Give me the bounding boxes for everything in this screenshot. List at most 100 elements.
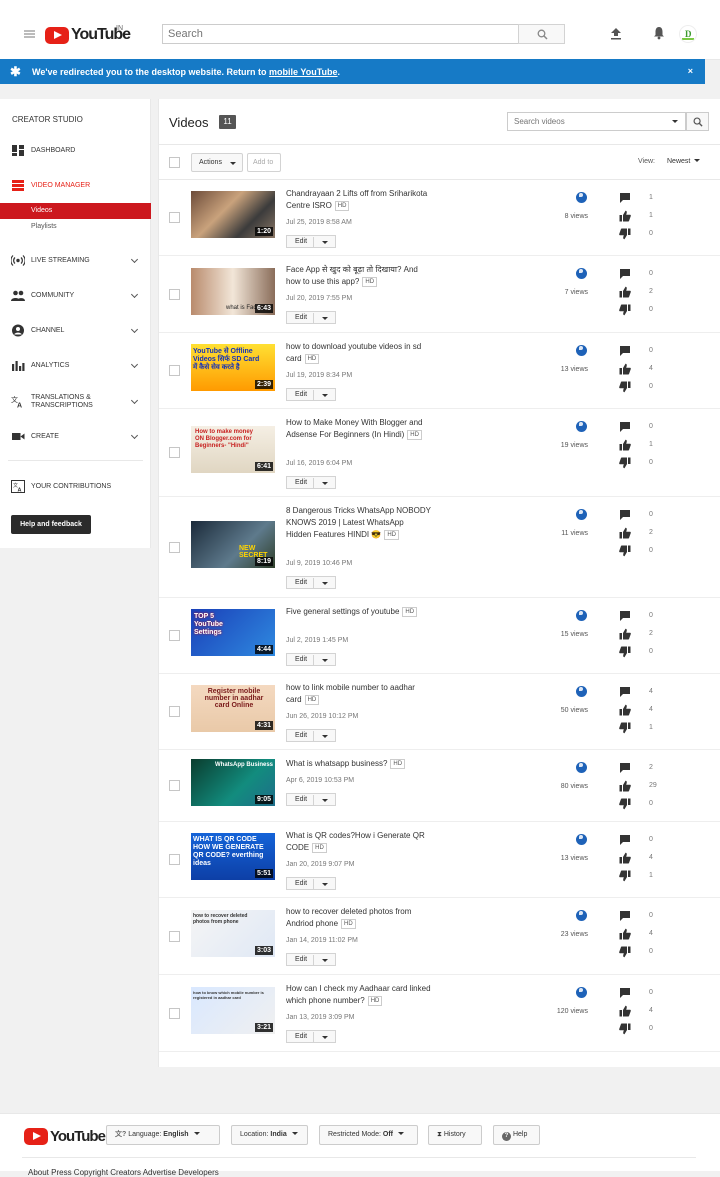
video-thumbnail[interactable]: WhatsApp Business 9:05: [191, 759, 275, 806]
video-title[interactable]: Five general settings of youtube: [286, 607, 399, 616]
video-checkbox[interactable]: [169, 780, 180, 791]
video-thumbnail[interactable]: WHAT IS QR CODE HOW WE GENERATE QR CODE?…: [191, 833, 275, 880]
sidebar-item-translations[interactable]: 文A TRANSLATIONS & TRANSCRIPTIONS: [0, 391, 151, 417]
chevron-down-icon[interactable]: [130, 255, 139, 264]
edit-button[interactable]: Edit: [286, 877, 336, 890]
chevron-down-icon[interactable]: [130, 290, 139, 299]
chevron-down-icon[interactable]: [130, 325, 139, 334]
likes-stat: 4: [619, 852, 719, 864]
video-thumbnail[interactable]: TOP 5 YouTube Settings 4:44: [191, 609, 275, 656]
sort-dropdown[interactable]: Newest: [667, 158, 701, 165]
search-videos-input[interactable]: [507, 112, 686, 131]
footer-links[interactable]: About Press Copyright Creators Advertise…: [28, 1168, 219, 1177]
edit-dropdown-caret-icon[interactable]: [322, 482, 328, 485]
edit-button[interactable]: Edit: [286, 476, 336, 489]
sidebar-item-your-contributions[interactable]: 文A YOUR CONTRIBUTIONS: [0, 477, 151, 497]
edit-dropdown-caret-icon[interactable]: [322, 959, 328, 962]
video-thumbnail[interactable]: YouTube से Offline Videos सिर्फ SD Card …: [191, 344, 275, 391]
video-thumbnail[interactable]: how to know which mobile number is regis…: [191, 987, 275, 1034]
video-checkbox[interactable]: [169, 212, 180, 223]
avatar[interactable]: D: [679, 25, 697, 43]
location-button[interactable]: Location: India: [231, 1125, 308, 1145]
edit-dropdown-caret-icon[interactable]: [322, 883, 328, 886]
channel-icon: [12, 324, 24, 337]
sidebar-item-live-streaming[interactable]: LIVE STREAMING: [0, 251, 151, 271]
edit-button[interactable]: Edit: [286, 653, 336, 666]
video-title[interactable]: Chandrayaan 2 Lifts off from Sriharikota…: [286, 189, 427, 210]
video-checkbox[interactable]: [169, 289, 180, 300]
sidebar-item-analytics[interactable]: ANALYTICS: [0, 356, 151, 376]
video-thumbnail[interactable]: NEW SECRET 8:19: [191, 521, 275, 568]
search-filter-caret-icon[interactable]: [672, 120, 678, 123]
video-checkbox[interactable]: [169, 542, 180, 553]
edit-dropdown-caret-icon[interactable]: [322, 1036, 328, 1039]
video-title[interactable]: Face App से खुद को बूढ़ा तो दिखाया? And …: [286, 265, 418, 286]
video-checkbox[interactable]: [169, 854, 180, 865]
video-thumbnail[interactable]: 1:20: [191, 191, 275, 238]
sidebar-item-channel[interactable]: CHANNEL: [0, 321, 151, 341]
video-views: 19 views: [560, 442, 588, 449]
edit-button[interactable]: Edit: [286, 953, 336, 966]
public-globe-icon: [576, 762, 587, 773]
edit-button[interactable]: Edit: [286, 1030, 336, 1043]
sidebar-item-dashboard[interactable]: DASHBOARD: [0, 141, 151, 161]
video-thumbnail[interactable]: what is Fac 6:43: [191, 268, 275, 315]
video-thumbnail[interactable]: how to recover deleted photos from phone…: [191, 910, 275, 957]
video-thumbnail[interactable]: Register mobile number in aadhar card On…: [191, 685, 275, 732]
video-checkbox[interactable]: [169, 447, 180, 458]
video-checkbox[interactable]: [169, 365, 180, 376]
edit-button[interactable]: Edit: [286, 388, 336, 401]
footer-youtube-logo[interactable]: YouTube: [24, 1128, 106, 1145]
edit-dropdown-caret-icon[interactable]: [322, 799, 328, 802]
search-input[interactable]: [162, 24, 519, 44]
actions-button[interactable]: Actions: [191, 153, 243, 172]
sidebar-item-video-manager[interactable]: VIDEO MANAGER: [0, 176, 151, 196]
edit-dropdown-caret-icon[interactable]: [322, 582, 328, 585]
video-title[interactable]: How to Make Money With Blogger and Adsen…: [286, 418, 423, 439]
language-button[interactable]: 文? Language: English: [106, 1125, 220, 1145]
sidebar-subitem-playlists[interactable]: Playlists: [0, 219, 151, 235]
hamburger-menu-icon[interactable]: [24, 30, 35, 38]
edit-button[interactable]: Edit: [286, 729, 336, 742]
video-title[interactable]: What is whatsapp business?: [286, 759, 387, 768]
public-globe-icon: [576, 509, 587, 520]
edit-dropdown-caret-icon[interactable]: [322, 735, 328, 738]
edit-dropdown-caret-icon[interactable]: [322, 659, 328, 662]
chevron-down-icon[interactable]: [130, 396, 139, 405]
video-title[interactable]: How can I check my Aadhaar card linked w…: [286, 984, 431, 1005]
search-videos-button[interactable]: [686, 112, 709, 131]
help-button[interactable]: ? Help: [493, 1125, 540, 1145]
banner-close-icon[interactable]: ×: [688, 66, 693, 76]
thumbs-up-icon: [619, 1005, 631, 1017]
video-checkbox[interactable]: [169, 630, 180, 641]
notifications-bell-icon[interactable]: [653, 26, 665, 40]
video-title[interactable]: 8 Dangerous Tricks WhatsApp NOBODY KNOWS…: [286, 506, 431, 539]
help-and-feedback-button[interactable]: Help and feedback: [11, 515, 91, 534]
edit-button[interactable]: Edit: [286, 576, 336, 589]
sidebar-item-create[interactable]: CREATE: [0, 427, 151, 447]
edit-dropdown-caret-icon[interactable]: [322, 241, 328, 244]
video-checkbox[interactable]: [169, 1008, 180, 1019]
sidebar-item-community[interactable]: COMMUNITY: [0, 286, 151, 306]
history-button[interactable]: ⧗ History: [428, 1125, 482, 1145]
chevron-down-icon[interactable]: [130, 360, 139, 369]
edit-label: Edit: [295, 732, 308, 739]
video-title[interactable]: What is QR codes?How i Generate QR CODE: [286, 831, 425, 852]
add-to-button[interactable]: Add to: [247, 153, 281, 172]
mobile-youtube-link[interactable]: mobile YouTube: [269, 67, 338, 77]
restricted-mode-button[interactable]: Restricted Mode: Off: [319, 1125, 418, 1145]
comment-count: 0: [649, 423, 653, 430]
edit-button[interactable]: Edit: [286, 311, 336, 324]
select-all-checkbox[interactable]: [169, 157, 180, 168]
edit-button[interactable]: Edit: [286, 793, 336, 806]
sidebar-subitem-videos[interactable]: Videos: [0, 203, 151, 219]
edit-button[interactable]: Edit: [286, 235, 336, 248]
video-thumbnail[interactable]: How to make money ON Blogger.com for Beg…: [191, 426, 275, 473]
edit-dropdown-caret-icon[interactable]: [322, 394, 328, 397]
video-checkbox[interactable]: [169, 931, 180, 942]
video-checkbox[interactable]: [169, 706, 180, 717]
upload-icon[interactable]: [610, 27, 622, 40]
search-button[interactable]: [518, 24, 565, 44]
chevron-down-icon[interactable]: [130, 431, 139, 440]
edit-dropdown-caret-icon[interactable]: [322, 317, 328, 320]
